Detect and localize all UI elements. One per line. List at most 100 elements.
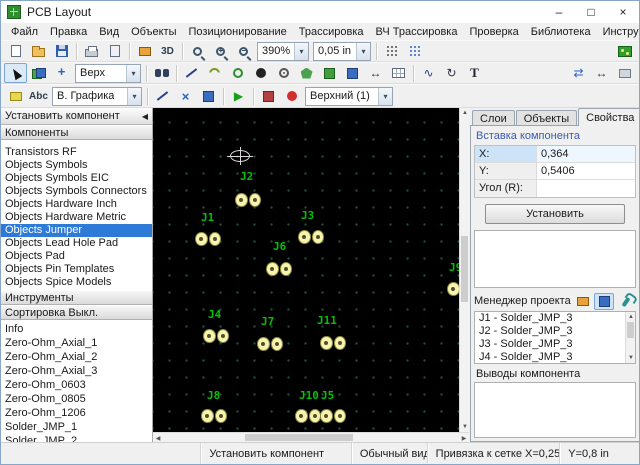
pad-1[interactable]	[201, 409, 214, 423]
scroll-right-icon[interactable]: ▶	[459, 433, 469, 443]
pad-2[interactable]	[249, 193, 262, 207]
route-tool-button[interactable]	[151, 86, 174, 106]
unroute-button[interactable]	[174, 86, 197, 106]
library-list-item[interactable]: Objects Pad	[1, 250, 152, 263]
library-list-item[interactable]: Objects Symbols EIC	[1, 172, 152, 185]
scroll-left-icon[interactable]: ◀	[153, 433, 163, 443]
component-footprint[interactable]	[320, 409, 346, 423]
component-list-item[interactable]: Zero-Ohm_Axial_2	[1, 350, 152, 364]
pad-1[interactable]	[235, 193, 248, 207]
field-value-input[interactable]: 0,364	[537, 146, 635, 162]
sort-section-header[interactable]: Сортировка Выкл.	[1, 305, 152, 320]
new-button[interactable]	[4, 41, 27, 61]
menu-item[interactable]: Вид	[93, 23, 125, 40]
component-list-item[interactable]: Zero-Ohm_0603	[1, 378, 152, 392]
errors-button[interactable]	[280, 86, 303, 106]
menu-item[interactable]: Проверка	[463, 23, 524, 40]
scroll-up-icon[interactable]: ▲	[626, 312, 636, 322]
pad-tool-button[interactable]	[272, 63, 295, 83]
filled-circle-tool-button[interactable]	[249, 63, 272, 83]
component-footprint[interactable]	[257, 337, 283, 351]
measure-button[interactable]	[590, 63, 613, 83]
close-button[interactable]: ×	[607, 1, 639, 23]
menu-item[interactable]: Объекты	[125, 23, 182, 40]
tools-section-header[interactable]: Инструменты	[1, 290, 152, 305]
library-list-item[interactable]: Objects Pin Templates	[1, 263, 152, 276]
scroll-down-icon[interactable]: ▼	[626, 353, 636, 363]
menu-item[interactable]: Библиотека	[525, 23, 597, 40]
panel-tab[interactable]: Свойства	[578, 108, 640, 126]
component-list-item[interactable]: Zero-Ohm_0805	[1, 392, 152, 406]
edit-route-button[interactable]	[197, 86, 220, 106]
project-item[interactable]: J1 - Solder_JMP_3	[475, 312, 625, 325]
pad-1[interactable]	[320, 409, 333, 423]
library-list-item[interactable]: Objects Spice Models	[1, 276, 152, 289]
pad-2[interactable]	[217, 329, 230, 343]
circle-tool-button[interactable]	[226, 63, 249, 83]
zoom-window-button[interactable]	[186, 41, 209, 61]
component-footprint[interactable]	[298, 230, 324, 244]
project-list-scrollbar[interactable]: ▲ ▼	[625, 312, 635, 363]
pattern-editor-button[interactable]	[133, 41, 156, 61]
component-list-item[interactable]: Zero-Ohm_Axial_3	[1, 364, 152, 378]
pad-2[interactable]	[271, 337, 284, 351]
field-value-input[interactable]	[537, 180, 635, 197]
pad-1[interactable]	[320, 336, 333, 350]
field-value-input[interactable]: 0,5406	[537, 163, 635, 179]
project-tools-button[interactable]	[616, 293, 636, 310]
zoom-in-button[interactable]	[209, 41, 232, 61]
component-footprint[interactable]	[195, 232, 221, 246]
print-preview-button[interactable]	[103, 41, 126, 61]
select-tool-button[interactable]	[4, 63, 27, 83]
snap-grid-button[interactable]	[403, 41, 426, 61]
pcb-canvas[interactable]: J2 J1 J3	[153, 108, 459, 432]
pad-2[interactable]	[334, 409, 347, 423]
place-component-panel-header[interactable]: Установить компонент ◀	[1, 108, 152, 125]
component-list-item[interactable]: Solder_JMP_2	[1, 434, 152, 442]
library-list-item[interactable]: Objects Lead Hole Pad	[1, 237, 152, 250]
open-button[interactable]	[27, 41, 50, 61]
library-list-item[interactable]: Objects Hardware Inch	[1, 198, 152, 211]
keepout-button[interactable]	[341, 63, 364, 83]
copper-pour-button[interactable]	[318, 63, 341, 83]
vertical-scroll-thumb[interactable]	[461, 236, 468, 302]
project-scroll-thumb[interactable]	[627, 322, 634, 338]
menu-item[interactable]: Трассировка	[293, 23, 370, 40]
text-style-button[interactable]: Abc	[27, 86, 50, 106]
update-button[interactable]	[567, 63, 590, 83]
curve-tool-button[interactable]	[417, 63, 440, 83]
save-button[interactable]	[50, 41, 73, 61]
dimension-tool-button[interactable]	[364, 63, 387, 83]
place-component-button[interactable]	[50, 63, 73, 83]
pad-1[interactable]	[195, 232, 208, 246]
pad-1[interactable]	[257, 337, 270, 351]
menu-item[interactable]: Позиционирование	[183, 23, 293, 40]
component-footprint[interactable]	[203, 329, 229, 343]
library-list-item[interactable]: Transistors RF	[1, 146, 152, 159]
signal-layer-select[interactable]: Верхний (1)	[305, 87, 393, 106]
minimize-button[interactable]: –	[543, 1, 575, 23]
component-footprint[interactable]	[235, 193, 261, 207]
panel-tab[interactable]: Слои	[472, 110, 515, 126]
drc-button[interactable]	[257, 86, 280, 106]
component-footprint[interactable]	[295, 409, 321, 423]
component-list-item[interactable]: Info	[1, 322, 152, 336]
component-footprint[interactable]	[320, 336, 346, 350]
library-list-item[interactable]: Objects Hardware Metric	[1, 211, 152, 224]
layer-pair-button[interactable]	[27, 63, 50, 83]
project-item[interactable]: J3 - Solder_JMP_3	[475, 338, 625, 351]
board-colors-button[interactable]	[613, 41, 636, 61]
component-list-item[interactable]: Solder_JMP_1	[1, 420, 152, 434]
library-list-item[interactable]: Objects Jumper	[1, 224, 152, 237]
place-button[interactable]: Установить	[485, 204, 625, 224]
footprint-button[interactable]	[4, 86, 27, 106]
board-mode-button[interactable]	[594, 293, 614, 310]
panel-tab[interactable]: Объекты	[516, 110, 577, 126]
library-list-item[interactable]: Objects Symbols	[1, 159, 152, 172]
pad-2[interactable]	[312, 230, 325, 244]
zoom-select[interactable]: 390%	[257, 42, 309, 61]
canvas-horizontal-scrollbar[interactable]: ◀ ▶	[153, 432, 469, 442]
pad-2[interactable]	[334, 336, 347, 350]
pad-1[interactable]	[266, 262, 279, 276]
line-tool-button[interactable]	[180, 63, 203, 83]
